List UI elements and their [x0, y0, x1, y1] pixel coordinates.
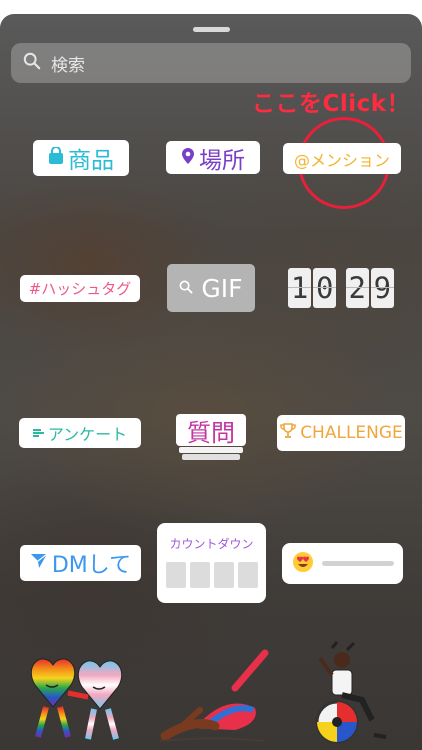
- hashtag-label: #ハッシュタグ: [28, 280, 132, 298]
- mention-label: @メンション: [293, 150, 390, 170]
- poll-label: アンケート: [47, 425, 128, 444]
- wheelchair-user-sticker[interactable]: [302, 640, 398, 746]
- search-placeholder: 検索: [51, 55, 85, 76]
- shopping-bag-icon: [48, 146, 64, 169]
- poll-lines-icon: [32, 424, 45, 443]
- drag-handle[interactable]: [193, 27, 230, 32]
- question-label: 質問: [187, 418, 235, 447]
- poll-sticker[interactable]: アンケート: [19, 418, 141, 448]
- pride-hearts-sticker[interactable]: [28, 645, 136, 745]
- swimmer-sticker[interactable]: [155, 648, 270, 746]
- search-icon: [23, 52, 41, 74]
- location-label: 場所: [199, 147, 245, 174]
- clock-digit: 9: [370, 268, 395, 308]
- challenge-sticker[interactable]: CHALLENGE: [277, 415, 405, 451]
- location-sticker[interactable]: 場所: [166, 141, 260, 174]
- slider-track: [322, 561, 394, 566]
- question-sticker[interactable]: 質問: [176, 414, 246, 460]
- clock-digit: 1: [288, 268, 312, 308]
- clock-digit: 2: [345, 268, 369, 308]
- location-pin-icon: [181, 147, 195, 169]
- clock-digit: 0: [313, 268, 337, 308]
- search-icon: [179, 279, 193, 298]
- gif-label: GIF: [201, 273, 243, 303]
- heart-eyes-emoji-icon: [292, 551, 314, 577]
- emoji-slider-sticker[interactable]: [282, 543, 403, 584]
- clock-sticker[interactable]: 1 0 2 9: [288, 268, 396, 308]
- dm-label: DMして: [51, 553, 132, 578]
- hashtag-sticker[interactable]: #ハッシュタグ: [20, 275, 140, 302]
- mention-sticker[interactable]: @メンション: [283, 143, 401, 174]
- gif-sticker[interactable]: GIF: [167, 264, 255, 312]
- products-sticker[interactable]: 商品: [33, 140, 129, 176]
- trophy-icon: [279, 422, 297, 444]
- countdown-sticker[interactable]: カウントダウン: [157, 523, 266, 603]
- challenge-label: CHALLENGE: [300, 423, 403, 443]
- products-label: 商品: [68, 148, 114, 174]
- annotation-click-here: ここをClick！: [252, 91, 411, 117]
- countdown-label: カウントダウン: [169, 536, 254, 551]
- search-bar[interactable]: 検索: [11, 43, 411, 83]
- paper-plane-icon: [30, 552, 48, 574]
- dm-sticker[interactable]: DMして: [20, 545, 141, 581]
